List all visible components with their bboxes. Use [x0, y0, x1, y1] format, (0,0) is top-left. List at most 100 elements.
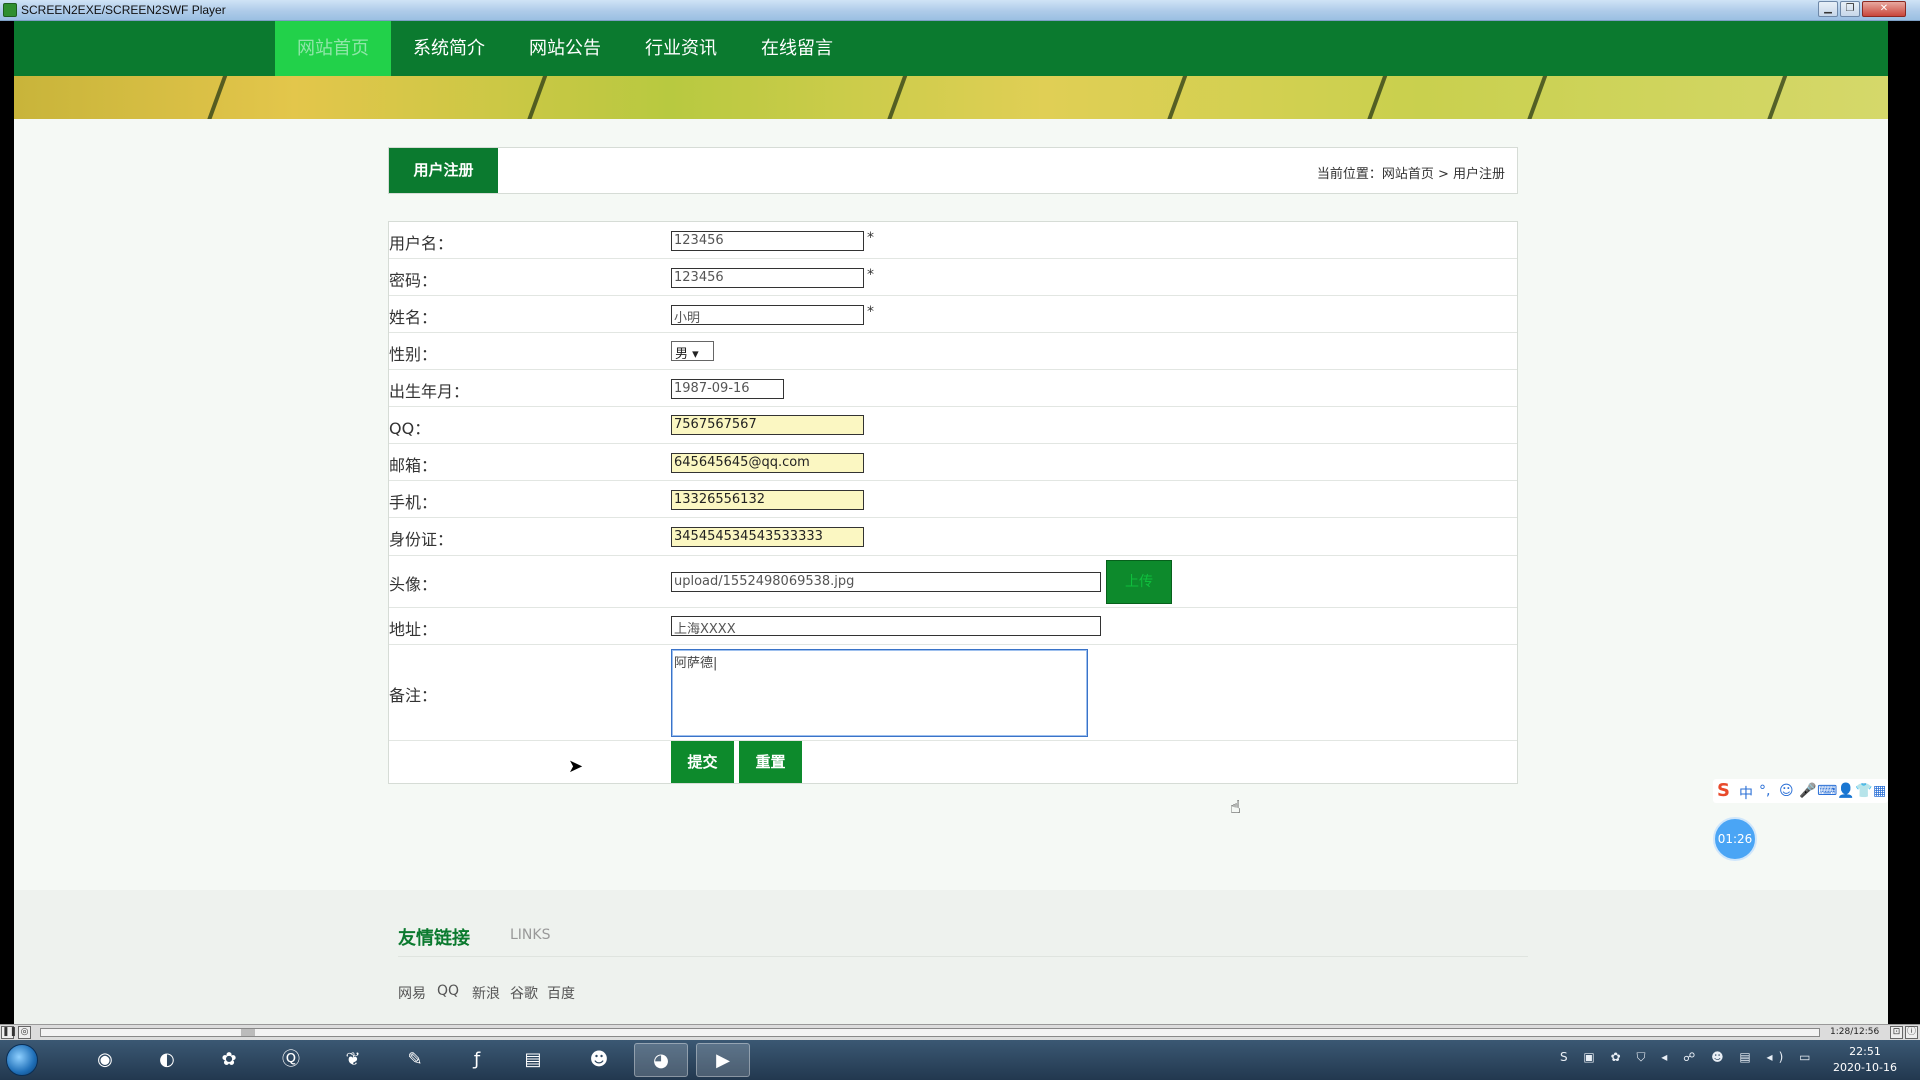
pause-icon[interactable]: ❚❚ — [1, 1026, 17, 1039]
avatar-label: 头像： — [389, 575, 438, 594]
web-page: 网站首页 系统简介 网站公告 行业资讯 在线留言 用户注册 当前位置：网站首页 … — [14, 21, 1888, 1024]
form-row-phone: 手机： 13326556132 — [389, 481, 1517, 518]
windows-taskbar: ◉ ◐ ✿ Ⓠ ❦ ✎ ƒ ▤ ☻ ◕ ▶ S ▣ ✿ ⛉ ◂ ☍ ☻ ▤ ◂)… — [0, 1040, 1920, 1080]
gender-label: 性别： — [389, 345, 438, 364]
ime-emoji-icon[interactable]: ☺ — [1779, 783, 1794, 799]
ime-voice-icon[interactable]: 🎤 — [1799, 783, 1816, 799]
ime-chinese-mode[interactable]: 中 — [1739, 783, 1753, 803]
idcard-label: 身份证： — [389, 530, 454, 549]
mouse-cursor-icon: ➤ — [568, 756, 584, 777]
app-green-icon[interactable]: ❦ — [326, 1043, 380, 1077]
nav-item-intro[interactable]: 系统简介 — [391, 21, 507, 76]
hand-cursor-icon: ☝ — [1230, 797, 1241, 818]
form-row-email: 邮箱： 645645645@qq.com — [389, 444, 1517, 481]
nav-item-notice[interactable]: 网站公告 — [507, 21, 623, 76]
password-input[interactable]: 123456 — [671, 268, 864, 288]
start-button[interactable] — [6, 1044, 38, 1076]
friend-links-title: 友情链接 — [398, 928, 470, 949]
eclipse-icon[interactable]: ◐ — [140, 1043, 194, 1077]
seek-thumb[interactable] — [241, 1029, 255, 1036]
sogou-icon[interactable]: S — [1717, 780, 1730, 801]
name-input[interactable]: 小明 — [671, 305, 864, 326]
address-input[interactable]: 上海XXXX — [671, 616, 1101, 637]
minimize-button[interactable]: ▁ — [1818, 1, 1838, 17]
link-google[interactable]: 谷歌 — [510, 983, 538, 1003]
required-mark: * — [867, 304, 874, 320]
baidu-netdisk-icon[interactable]: ✿ — [202, 1043, 256, 1077]
submit-button[interactable]: 提交 — [671, 741, 734, 783]
media-player-icon[interactable]: ◕ — [634, 1043, 688, 1077]
ime-punctuation-icon[interactable]: °, — [1759, 783, 1770, 799]
system-tray: S ▣ ✿ ⛉ ◂ ☍ ☻ ▤ ◂) ▭ — [1560, 1050, 1817, 1064]
form-row-birth: 出生年月： 1987-09-16 — [389, 370, 1517, 407]
register-tab: 用户注册 — [389, 148, 498, 193]
avatar-path-input[interactable]: upload/1552498069538.jpg — [671, 572, 1101, 592]
ime-toolbox-icon[interactable]: ▦ — [1873, 783, 1886, 799]
nav-item-message[interactable]: 在线留言 — [739, 21, 855, 76]
notepad-icon[interactable]: ✎ — [388, 1043, 442, 1077]
ime-skin-icon[interactable]: 👕 — [1855, 783, 1872, 799]
username-input[interactable]: 123456 — [671, 231, 864, 251]
file-explorer-icon[interactable]: ▤ — [506, 1043, 560, 1077]
stop-icon[interactable]: ◎ — [18, 1026, 31, 1039]
required-mark: * — [867, 230, 874, 246]
form-row-address: 地址： 上海XXXX — [389, 608, 1517, 645]
email-input[interactable]: 645645645@qq.com — [671, 453, 864, 473]
link-sina[interactable]: 新浪 — [472, 983, 500, 1003]
birth-date-input[interactable]: 1987-09-16 — [671, 379, 784, 399]
qq-label: QQ： — [389, 419, 431, 438]
name-label: 姓名： — [389, 308, 438, 327]
qq-input[interactable]: 7567567567 — [671, 415, 864, 435]
nav-item-news[interactable]: 行业资讯 — [623, 21, 739, 76]
register-form: 用户名： 123456 * 密码： 123456 * 姓名： 小明 * 性别： … — [388, 221, 1518, 784]
phone-label: 手机： — [389, 493, 438, 512]
email-label: 邮箱： — [389, 456, 438, 475]
friend-links-subtitle: LINKS — [510, 927, 551, 943]
required-mark: * — [867, 267, 874, 283]
seek-bar[interactable] — [40, 1028, 1820, 1037]
flash-icon[interactable]: ƒ — [450, 1043, 504, 1077]
screen2swf-player-icon[interactable]: ▶ — [696, 1043, 750, 1077]
reset-button[interactable]: 重置 — [739, 741, 802, 783]
section-header: 用户注册 当前位置：网站首页 > 用户注册 — [388, 147, 1518, 194]
birth-label: 出生年月： — [389, 382, 470, 401]
idcard-input[interactable]: 345454534543533333 — [671, 527, 864, 547]
divider — [398, 956, 1528, 957]
form-row-username: 用户名： 123456 * — [389, 222, 1517, 259]
form-row-remark: 备注： 阿萨德| — [389, 645, 1517, 741]
address-label: 地址： — [389, 620, 438, 639]
header-banner — [14, 76, 1888, 119]
form-row-qq: QQ： 7567567567 — [389, 407, 1517, 444]
breadcrumb: 当前位置：网站首页 > 用户注册 — [1316, 167, 1505, 182]
nav-item-home[interactable]: 网站首页 — [275, 21, 391, 76]
link-netease[interactable]: 网易 — [398, 983, 426, 1003]
ime-keyboard-icon[interactable]: ⌨ — [1817, 783, 1837, 799]
remark-label: 备注： — [389, 686, 438, 705]
form-row-actions: 提交 重置 — [389, 741, 1517, 783]
playback-time: 1:28/12:56 — [1830, 1027, 1880, 1037]
window-titlebar: SCREEN2EXE/SCREEN2SWF Player ▁ ❐ ✕ — [0, 0, 1920, 21]
upload-button[interactable]: 上传 — [1106, 560, 1172, 604]
clock-date: 2020-10-16 — [1833, 1061, 1897, 1074]
remark-textarea[interactable]: 阿萨德| — [671, 649, 1088, 737]
fullscreen-icon[interactable]: ⊡ — [1890, 1026, 1903, 1039]
window-title: SCREEN2EXE/SCREEN2SWF Player — [21, 3, 226, 17]
password-label: 密码： — [389, 271, 438, 290]
info-icon[interactable]: ⓘ — [1905, 1026, 1918, 1039]
phone-input[interactable]: 13326556132 — [671, 490, 864, 510]
link-baidu[interactable]: 百度 — [547, 983, 575, 1003]
browser-icon[interactable]: Ⓠ — [264, 1043, 318, 1077]
ime-user-icon[interactable]: 👤 — [1837, 783, 1854, 799]
clock-time: 22:51 — [1849, 1045, 1881, 1058]
link-qq[interactable]: QQ — [437, 983, 459, 999]
maximize-button[interactable]: ❐ — [1840, 1, 1860, 17]
form-row-password: 密码： 123456 * — [389, 259, 1517, 296]
gender-select[interactable]: 男 ▾ — [671, 341, 714, 362]
username-label: 用户名： — [389, 234, 454, 253]
qq-icon[interactable]: ☻ — [572, 1043, 626, 1077]
ime-toolbar: S 中 °, ☺ 🎤 ⌨ 👤 👕 ▦ — [1713, 779, 1888, 803]
recording-timer[interactable]: 01:26 — [1713, 817, 1757, 861]
chrome-icon[interactable]: ◉ — [78, 1043, 132, 1077]
close-button[interactable]: ✕ — [1862, 1, 1906, 17]
taskbar-clock[interactable]: 22:51 2020-10-16 — [1825, 1044, 1905, 1076]
